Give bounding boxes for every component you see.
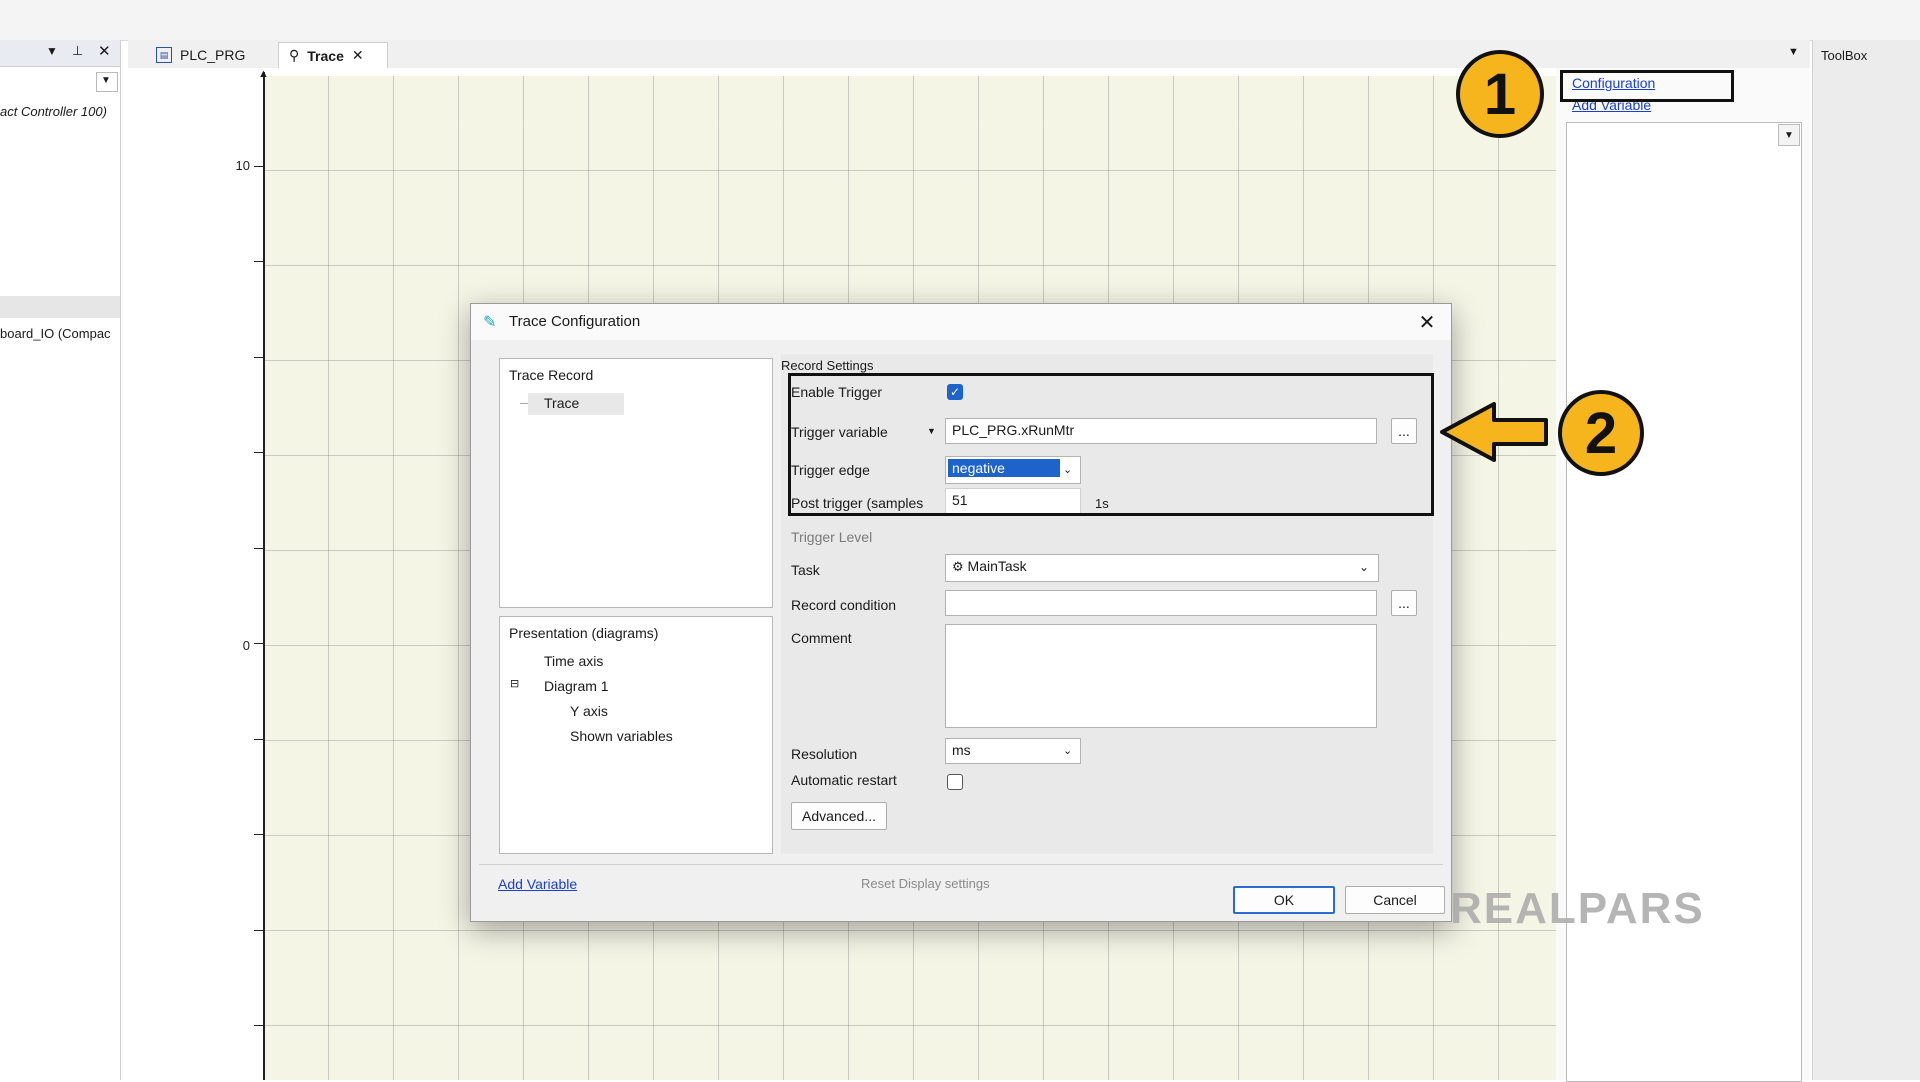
panel-header: ▼ ⊥ ✕ (0, 40, 120, 67)
cancel-button[interactable]: Cancel (1345, 886, 1445, 914)
tree-item-controller[interactable]: act Controller 100) (0, 104, 107, 119)
tree-selection-row[interactable] (0, 296, 120, 318)
tree-item-diagram[interactable]: Diagram 1 (544, 678, 609, 694)
y-tick-label: 0 (242, 638, 250, 653)
toolbox-title: ToolBox (1821, 48, 1868, 63)
automatic-restart-label: Automatic restart (791, 772, 897, 788)
y-tick (254, 357, 264, 358)
program-icon: ▤ (156, 47, 172, 63)
chevron-down-icon[interactable]: ⌄ (1359, 560, 1369, 574)
record-settings-label: Record Settings (781, 358, 874, 373)
comment-label: Comment (791, 630, 852, 646)
resolution-select[interactable]: ms (945, 738, 1081, 764)
resolution-label: Resolution (791, 746, 858, 762)
task-value: MainTask (967, 558, 1027, 574)
y-tick (254, 452, 264, 453)
y-tick (254, 643, 264, 644)
dialog-titlebar: ✎ Trace Configuration ✕ (471, 304, 1451, 340)
tab-label: PLC_PRG (180, 47, 246, 63)
tree-item-time-axis[interactable]: Time axis (544, 653, 603, 669)
y-tick (254, 930, 264, 931)
tree-root-trace-record[interactable]: Trace Record (509, 367, 593, 383)
toolbox-panel: ToolBox (1812, 40, 1920, 1080)
y-tick-label: 10 (235, 158, 250, 173)
y-tick (254, 834, 264, 835)
y-tick (254, 1025, 264, 1026)
pin-icon[interactable]: ⊥ (72, 43, 83, 59)
comment-textarea[interactable] (945, 624, 1377, 728)
trace-config-icon: ✎ (483, 314, 497, 331)
tree-item-y-axis[interactable]: Y axis (570, 703, 608, 719)
divider (479, 864, 1443, 865)
automatic-restart-checkbox[interactable] (947, 774, 963, 790)
device-tree-panel: ▼ ⊥ ✕ ▼ act Controller 100) board_IO (Co… (0, 40, 121, 1080)
task-icon: ⚙ (952, 559, 964, 574)
record-condition-browse-button[interactable]: ... (1391, 590, 1417, 616)
ok-button[interactable]: OK (1233, 886, 1335, 914)
advanced-button[interactable]: Advanced... (791, 802, 887, 830)
task-select[interactable]: ⚙ MainTask (945, 554, 1379, 582)
task-label: Task (791, 562, 820, 578)
tree-item-shown-variables[interactable]: Shown variables (570, 728, 673, 744)
close-icon[interactable]: ✕ (98, 42, 111, 60)
top-toolbar (0, 0, 1920, 41)
y-tick (254, 261, 264, 262)
add-variable-link[interactable]: Add Variable (498, 876, 577, 892)
collapse-icon[interactable]: ⊟ (510, 677, 519, 690)
tree-item-board-io[interactable]: board_IO (Compac (0, 326, 111, 341)
callout-two: 2 (1558, 390, 1644, 476)
tab-plc-prg[interactable]: ▤ PLC_PRG (146, 42, 276, 68)
trace-record-tree[interactable]: Trace Record Trace (499, 358, 773, 608)
tree-root-presentation[interactable]: Presentation (diagrams) (509, 625, 658, 641)
variable-list[interactable] (1566, 122, 1802, 1082)
callout-one: 1 (1456, 50, 1544, 138)
tree-item-trace[interactable]: Trace (544, 395, 579, 411)
record-condition-input[interactable] (945, 590, 1377, 616)
trigger-level-label: Trigger Level (791, 529, 873, 545)
highlight-box (1560, 70, 1734, 102)
panel-dropdown[interactable]: ▼ (96, 72, 118, 92)
close-icon[interactable]: ✕ (352, 47, 364, 64)
dialog-title: Trace Configuration (509, 313, 641, 330)
arrow-left-icon (1440, 402, 1548, 462)
trace-icon: ⚲ (289, 47, 300, 63)
editor-tabbar: ▤ PLC_PRG ⚲ Trace ✕ ▼ (128, 40, 1810, 69)
realpars-watermark: REALPARS (1450, 884, 1705, 933)
record-condition-label: Record condition (791, 597, 897, 613)
tab-label: Trace (307, 47, 344, 64)
highlight-box (788, 373, 1434, 516)
chevron-down-icon[interactable]: ▼ (1778, 124, 1800, 146)
close-icon[interactable]: ✕ (1415, 310, 1439, 334)
y-tick (254, 739, 264, 740)
tab-trace[interactable]: ⚲ Trace ✕ (278, 42, 388, 68)
reset-display-settings[interactable]: Reset Display settings (861, 876, 990, 891)
y-axis (263, 72, 265, 1080)
y-tick (254, 548, 264, 549)
arrow-up-icon: ▲ (258, 68, 269, 80)
y-tick (254, 166, 264, 167)
chevron-down-icon[interactable]: ▼ (1788, 46, 1799, 58)
chevron-down-icon[interactable]: ⌄ (1063, 744, 1072, 757)
presentation-tree[interactable]: Presentation (diagrams) Time axis ⊟ Diag… (499, 616, 773, 854)
chevron-down-icon: ▼ (101, 75, 111, 86)
chevron-down-icon[interactable]: ▼ (46, 44, 58, 58)
